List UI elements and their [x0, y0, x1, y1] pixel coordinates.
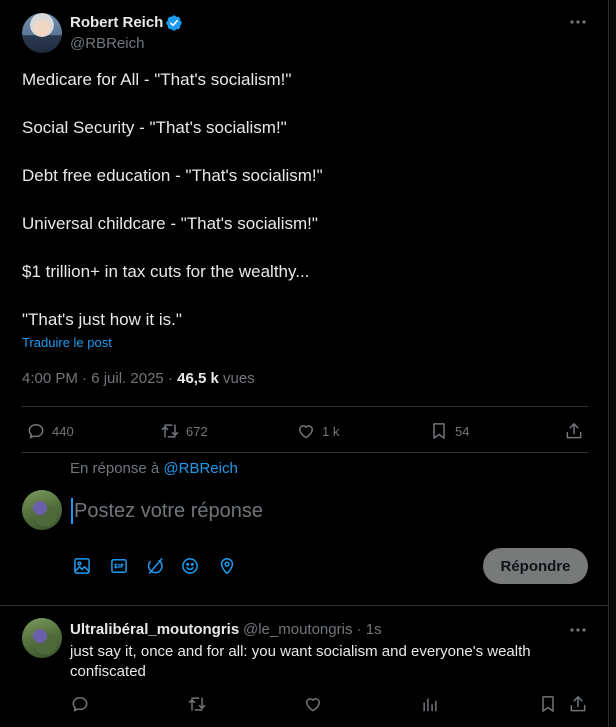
- replying-prefix: En réponse à: [70, 460, 160, 477]
- tweet-line: Universal childcare - "That's socialism!…: [22, 214, 318, 233]
- author-handle[interactable]: @RBReich: [70, 35, 144, 52]
- location-icon[interactable]: [217, 556, 237, 576]
- gif-icon[interactable]: [109, 556, 129, 576]
- reply-text: just say it, once and for all: you want …: [70, 643, 531, 680]
- reply-author-name[interactable]: Ultralibéral_moutongris: [70, 621, 239, 638]
- tweet-meta: 4:00 PM · 6 juil. 2025 · 46,5 k vues: [22, 370, 255, 387]
- image-icon[interactable]: [72, 556, 92, 576]
- reply-submit-button[interactable]: Répondre: [483, 548, 588, 584]
- divider: [0, 605, 609, 606]
- text-caret: [71, 498, 73, 524]
- replying-to: En réponse à @RBReich: [70, 460, 238, 477]
- verified-badge-icon: [165, 14, 183, 32]
- bookmark-icon[interactable]: [538, 694, 558, 714]
- more-icon[interactable]: [568, 620, 588, 640]
- divider: [22, 406, 588, 407]
- translate-link[interactable]: Traduire le post: [22, 335, 112, 350]
- reply-button[interactable]: 440: [26, 420, 74, 442]
- divider: [22, 452, 588, 453]
- tweet-line: Social Security - "That's socialism!": [22, 118, 287, 137]
- repost-count: 672: [186, 423, 208, 439]
- meta-separator: ·: [82, 370, 88, 387]
- reply-count: 440: [52, 423, 74, 439]
- tweet-detail-panel: Robert Reich @RBReich Medicare for All -…: [0, 0, 609, 727]
- more-icon[interactable]: [568, 12, 588, 32]
- reply-icon[interactable]: [70, 694, 90, 714]
- meta-separator: ·: [167, 370, 173, 387]
- tweet-line: $1 trillion+ in tax cuts for the wealthy…: [22, 262, 310, 281]
- reply-author-avatar[interactable]: [22, 618, 62, 658]
- tweet-date[interactable]: 6 juil. 2025: [91, 370, 164, 387]
- tweet-time[interactable]: 4:00 PM: [22, 370, 78, 387]
- reply-author-meta: @le_moutongris · 1s: [243, 621, 382, 638]
- tweet-line: Medicare for All - "That's socialism!": [22, 70, 292, 89]
- author-name[interactable]: Robert Reich: [70, 14, 163, 31]
- author-avatar[interactable]: [22, 13, 62, 53]
- views-count: 46,5 k: [177, 370, 219, 387]
- repost-button[interactable]: 672: [160, 420, 208, 442]
- share-button[interactable]: [564, 420, 584, 442]
- views-label: vues: [223, 370, 255, 387]
- grok-icon[interactable]: [145, 556, 165, 576]
- heart-icon[interactable]: [303, 694, 323, 714]
- reply-input[interactable]: [74, 497, 554, 525]
- heart-icon: [296, 421, 316, 441]
- tweet-text: Medicare for All - "That's socialism!" S…: [22, 68, 592, 356]
- reply-age[interactable]: 1s: [366, 621, 382, 638]
- share-icon: [564, 421, 584, 441]
- repost-icon[interactable]: [187, 694, 207, 714]
- meta-separator: ·: [356, 621, 362, 638]
- share-icon[interactable]: [568, 694, 588, 714]
- tweet-line: "That's just how it is.": [22, 310, 182, 329]
- like-count: 1 k: [322, 423, 340, 439]
- repost-icon: [160, 421, 180, 441]
- reply-author-handle[interactable]: @le_moutongris: [243, 621, 352, 638]
- bookmark-button[interactable]: 54: [429, 420, 469, 442]
- replying-mention[interactable]: @RBReich: [163, 460, 237, 477]
- emoji-icon[interactable]: [180, 556, 200, 576]
- user-avatar[interactable]: [22, 490, 62, 530]
- scrollbar[interactable]: [610, 0, 616, 727]
- bookmark-icon: [429, 421, 449, 441]
- bookmark-count: 54: [455, 423, 470, 439]
- like-button[interactable]: 1 k: [296, 420, 339, 442]
- reply-icon: [26, 421, 46, 441]
- views-icon[interactable]: [420, 694, 440, 714]
- tweet-line: Debt free education - "That's socialism!…: [22, 166, 323, 185]
